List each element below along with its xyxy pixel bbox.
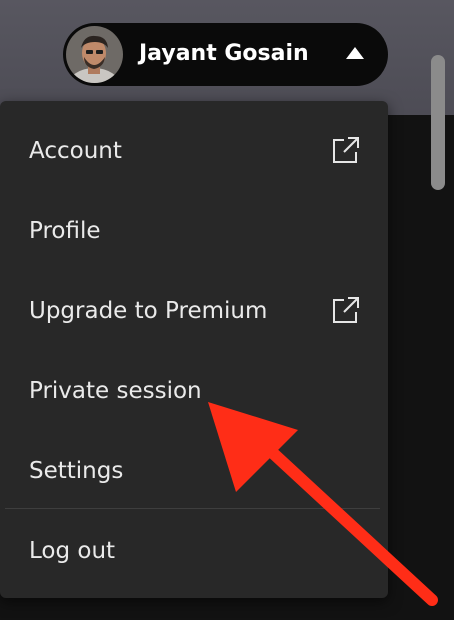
caret-up-icon [345,45,365,64]
menu-item-log-out[interactable]: Log out [5,511,380,591]
external-link-icon [331,295,361,329]
menu-item-label: Upgrade to Premium [29,298,268,324]
menu-item-label: Log out [29,538,116,564]
menu-item-label: Account [29,138,122,164]
external-link-icon [331,135,361,169]
user-menu-button[interactable]: Jayant Gosain [63,23,388,86]
menu-item-label: Profile [29,218,101,244]
menu-item-label: Private session [29,378,202,404]
menu-divider [5,508,380,509]
menu-item-profile[interactable]: Profile [5,191,380,271]
menu-item-upgrade-to-premium[interactable]: Upgrade to Premium [5,271,380,351]
user-name: Jayant Gosain [139,41,309,66]
menu-item-private-session[interactable]: Private session [5,351,380,431]
avatar [66,26,123,83]
menu-item-settings[interactable]: Settings [5,431,380,511]
user-dropdown-menu: Account Profile Upgrade to Premium Priva… [0,101,388,598]
scrollbar-thumb[interactable] [431,55,445,190]
menu-item-account[interactable]: Account [5,111,380,191]
menu-item-label: Settings [29,458,124,484]
